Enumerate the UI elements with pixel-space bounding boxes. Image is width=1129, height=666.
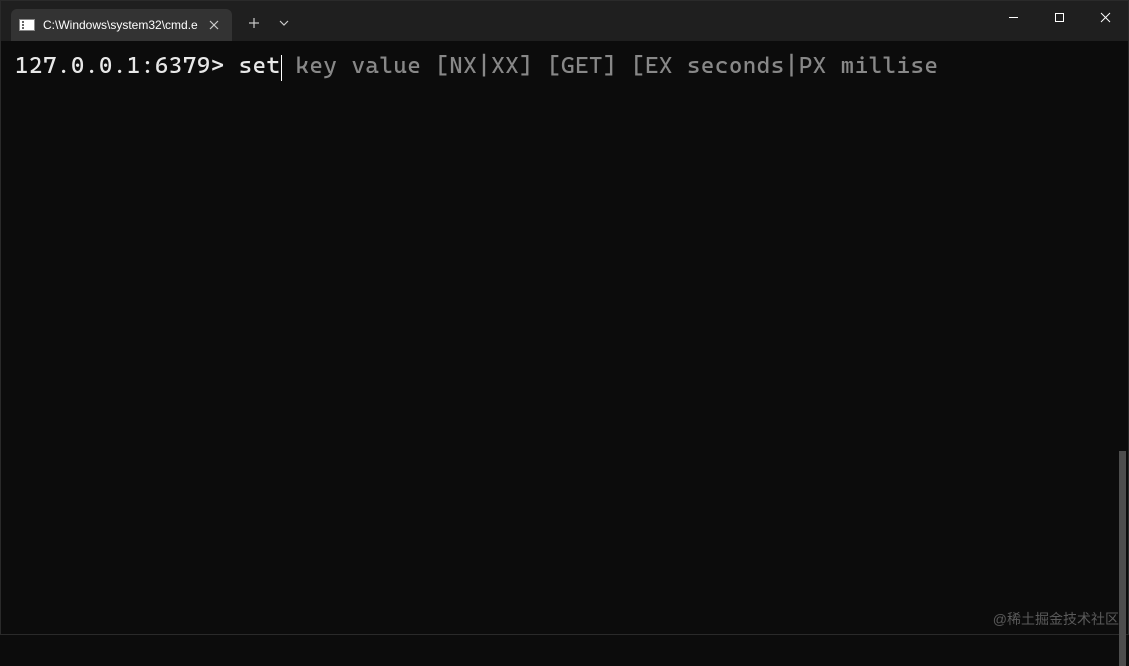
command-hint: key value [NX|XX] [GET] [EX seconds|PX m… xyxy=(282,53,939,79)
terminal-window: C:\Windows\system32\cmd.e xyxy=(0,0,1129,635)
close-window-button[interactable] xyxy=(1082,1,1128,33)
tab-active[interactable]: C:\Windows\system32\cmd.e xyxy=(11,9,232,41)
scrollbar[interactable] xyxy=(1119,451,1126,666)
tab-dropdown-button[interactable] xyxy=(270,7,298,39)
window-controls xyxy=(990,1,1128,41)
prompt: 127.0.0.1:6379> xyxy=(15,53,239,79)
terminal-line: 127.0.0.1:6379> set key value [NX|XX] [G… xyxy=(15,51,1114,82)
close-tab-button[interactable] xyxy=(206,17,222,33)
maximize-button[interactable] xyxy=(1036,1,1082,33)
chevron-down-icon xyxy=(279,20,289,26)
titlebar-left: C:\Windows\system32\cmd.e xyxy=(1,1,298,41)
text-cursor xyxy=(281,55,282,81)
minimize-icon xyxy=(1008,12,1019,23)
new-tab-button[interactable] xyxy=(238,7,270,39)
close-icon xyxy=(1100,12,1111,23)
plus-icon xyxy=(248,17,260,29)
tab-title: C:\Windows\system32\cmd.e xyxy=(43,18,198,32)
terminal-area[interactable]: 127.0.0.1:6379> set key value [NX|XX] [G… xyxy=(1,41,1128,634)
watermark: @稀土掘金技术社区 xyxy=(993,609,1119,629)
close-icon xyxy=(209,20,219,30)
maximize-icon xyxy=(1054,12,1065,23)
command-text: set xyxy=(239,53,281,79)
titlebar[interactable]: C:\Windows\system32\cmd.e xyxy=(1,1,1128,41)
minimize-button[interactable] xyxy=(990,1,1036,33)
cmd-icon xyxy=(19,19,35,31)
